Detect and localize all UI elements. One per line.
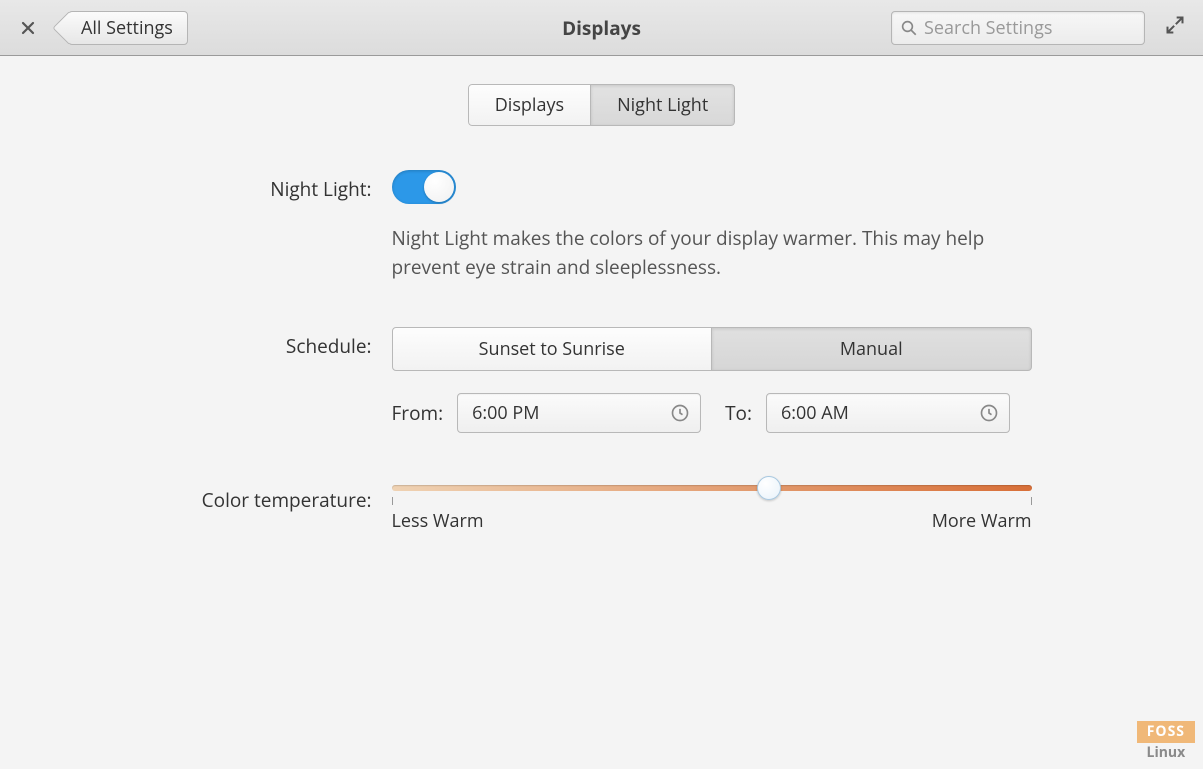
back-button[interactable]: All Settings: [68, 11, 188, 45]
content-area: Displays Night Light Night Light: Night …: [0, 56, 1203, 581]
schedule-option-manual[interactable]: Manual: [712, 327, 1032, 371]
clock-icon: [979, 403, 999, 423]
page-title: Displays: [562, 15, 641, 41]
slider-max-label: More Warm: [932, 509, 1032, 533]
fullscreen-icon: [1165, 15, 1185, 35]
tab-displays[interactable]: Displays: [468, 84, 591, 126]
watermark-bottom: Linux: [1137, 743, 1195, 761]
slider-track: [392, 485, 1032, 491]
view-tabs: Displays Night Light: [0, 84, 1203, 126]
color-temp-slider[interactable]: Less Warm More Warm: [392, 481, 1032, 533]
night-light-label: Night Light:: [172, 170, 392, 202]
schedule-option-auto[interactable]: Sunset to Sunrise: [392, 327, 713, 371]
slider-ticks: [392, 497, 1032, 505]
tab-night-light[interactable]: Night Light: [591, 84, 735, 126]
close-icon: [20, 20, 36, 36]
to-time-value: 6:00 AM: [781, 401, 849, 425]
slider-labels: Less Warm More Warm: [392, 509, 1032, 533]
from-label: From:: [392, 400, 444, 426]
clock-icon: [670, 403, 690, 423]
night-light-description: Night Light makes the colors of your dis…: [392, 224, 1032, 283]
time-range-row: From: 6:00 PM To: 6:00 AM: [392, 393, 1032, 433]
header-right: [891, 11, 1189, 45]
fullscreen-button[interactable]: [1161, 11, 1189, 44]
from-time-value: 6:00 PM: [472, 401, 539, 425]
night-light-toggle[interactable]: [392, 170, 456, 204]
slider-min-label: Less Warm: [392, 509, 484, 533]
to-time-input[interactable]: 6:00 AM: [766, 393, 1010, 433]
header-bar: All Settings Displays: [0, 0, 1203, 56]
from-time-input[interactable]: 6:00 PM: [457, 393, 701, 433]
watermark-top: FOSS: [1137, 721, 1195, 743]
back-button-label: All Settings: [75, 16, 173, 40]
color-temp-label: Color temperature:: [172, 481, 392, 513]
slider-thumb[interactable]: [757, 476, 781, 500]
schedule-selector: Sunset to Sunrise Manual: [392, 327, 1032, 371]
switch-knob: [424, 172, 454, 202]
search-box[interactable]: [891, 11, 1145, 45]
close-button[interactable]: [14, 14, 42, 42]
to-label: To:: [725, 400, 752, 426]
search-icon: [900, 19, 918, 37]
search-input[interactable]: [924, 16, 1136, 40]
watermark: FOSS Linux: [1137, 721, 1195, 761]
schedule-label: Schedule:: [172, 327, 392, 359]
